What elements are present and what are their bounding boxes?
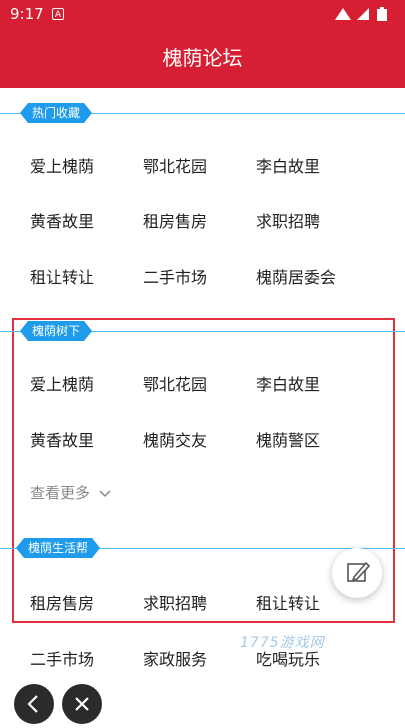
list-item[interactable]: 爱上槐荫 bbox=[30, 371, 94, 395]
close-button[interactable] bbox=[62, 684, 102, 724]
notification-badge: A bbox=[52, 8, 64, 20]
back-icon bbox=[27, 695, 38, 713]
list-item[interactable]: 求职招聘 bbox=[143, 590, 207, 614]
section-tag-hot: 热门收藏 bbox=[20, 103, 92, 123]
status-bar: 9:17 A bbox=[0, 0, 405, 28]
status-icons bbox=[335, 6, 393, 26]
page-title: 槐荫论坛 bbox=[162, 46, 243, 70]
list-item[interactable]: 二手市场 bbox=[30, 646, 94, 670]
edit-icon bbox=[347, 561, 371, 582]
signal-wifi-battery-icon bbox=[335, 7, 387, 21]
battery-icon bbox=[377, 9, 387, 21]
view-more-label: 查看更多 bbox=[30, 484, 91, 502]
list-item[interactable]: 租让转让 bbox=[256, 590, 320, 614]
edit-button[interactable] bbox=[332, 548, 382, 598]
list-item[interactable]: 租房售房 bbox=[143, 208, 207, 232]
list-item[interactable]: 家政服务 bbox=[143, 646, 207, 670]
list-item[interactable]: 求职招聘 bbox=[256, 208, 320, 232]
list-item[interactable]: 槐荫居委会 bbox=[256, 264, 336, 288]
back-button[interactable] bbox=[14, 684, 54, 724]
close-icon bbox=[75, 697, 89, 711]
list-item[interactable]: 黄香故里 bbox=[30, 427, 94, 451]
list-item[interactable]: 黄香故里 bbox=[30, 208, 94, 232]
view-more-link[interactable]: 查看更多 bbox=[30, 482, 111, 503]
wifi-icon bbox=[335, 8, 351, 20]
list-item[interactable]: 鄂北花园 bbox=[143, 371, 207, 395]
chevron-down-icon bbox=[99, 490, 111, 498]
app-header: 槐荫论坛 bbox=[0, 28, 405, 88]
signal-icon bbox=[357, 8, 369, 20]
section-tag-tree: 槐荫树下 bbox=[20, 321, 92, 341]
list-item[interactable]: 爱上槐荫 bbox=[30, 153, 94, 177]
watermark: 1775游戏网 bbox=[240, 635, 325, 651]
list-item[interactable]: 租让转让 bbox=[30, 264, 94, 288]
list-item[interactable]: 鄂北花园 bbox=[143, 153, 207, 177]
status-time: 9:17 bbox=[10, 5, 44, 23]
list-item[interactable]: 槐荫交友 bbox=[143, 427, 207, 451]
list-item[interactable]: 李白故里 bbox=[256, 371, 320, 395]
section-tag-life: 槐荫生活帮 bbox=[16, 538, 100, 558]
list-item[interactable]: 李白故里 bbox=[256, 153, 320, 177]
list-item[interactable]: 二手市场 bbox=[143, 264, 207, 288]
list-item[interactable]: 租房售房 bbox=[30, 590, 94, 614]
list-item[interactable]: 槐荫警区 bbox=[256, 427, 320, 451]
